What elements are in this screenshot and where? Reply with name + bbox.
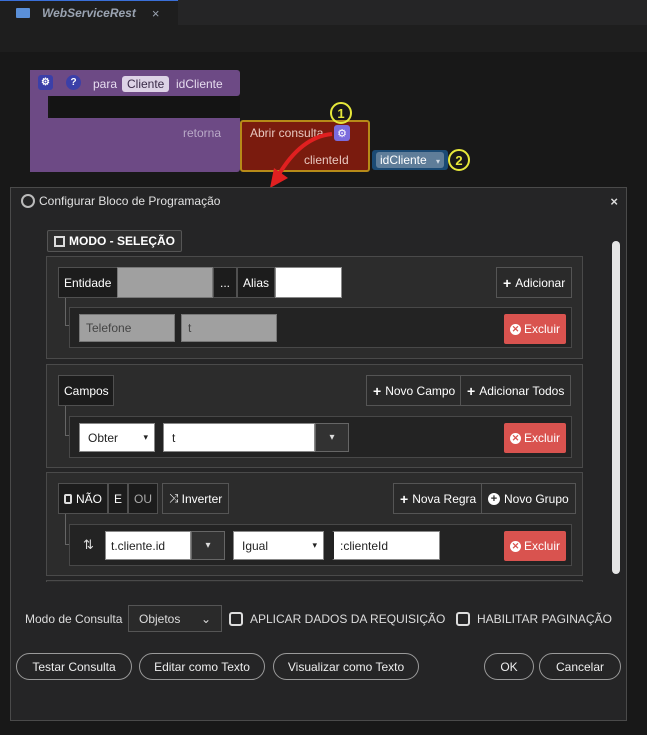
new-group-button[interactable]: + Novo Grupo bbox=[481, 483, 576, 514]
entity-input[interactable] bbox=[117, 267, 213, 298]
new-group-label: Novo Grupo bbox=[504, 491, 569, 506]
mode-tag: MODO - SELEÇÃO bbox=[47, 230, 183, 252]
close-icon[interactable]: × bbox=[610, 194, 618, 209]
entity-row-name[interactable]: Telefone bbox=[79, 314, 175, 342]
chevron-down-icon: ▾ bbox=[312, 540, 317, 550]
invert-label: Inverter bbox=[181, 491, 223, 506]
param-name[interactable]: idCliente bbox=[176, 77, 223, 91]
not-toggle[interactable]: NÃO bbox=[58, 483, 108, 514]
entity-label: Entidade bbox=[58, 267, 118, 298]
param-type-pill[interactable]: Cliente bbox=[122, 76, 170, 92]
new-rule-button[interactable]: + Nova Regra bbox=[393, 483, 484, 514]
entity-row: Telefone t ✕ Excluir bbox=[69, 307, 572, 348]
delete-icon: ✕ bbox=[510, 432, 521, 444]
not-label: NÃO bbox=[75, 491, 102, 506]
delete-icon: ✕ bbox=[510, 540, 521, 552]
ok-button[interactable]: OK bbox=[484, 653, 534, 680]
mode-tag-label: MODO - SELEÇÃO bbox=[69, 234, 176, 248]
delete-entity-button[interactable]: ✕ Excluir bbox=[504, 314, 567, 344]
callout-1: 1 bbox=[330, 102, 352, 124]
delete-icon: ✕ bbox=[510, 323, 521, 335]
next-panel-edge bbox=[46, 580, 583, 582]
delete-field-button[interactable]: ✕ Excluir bbox=[504, 423, 567, 453]
table-icon bbox=[54, 235, 65, 247]
plus-icon: + bbox=[373, 382, 382, 399]
rule-field-dropdown[interactable]: ▾ bbox=[191, 531, 225, 560]
add-entity-label: Adicionar bbox=[515, 275, 566, 290]
new-rule-label: Nova Regra bbox=[412, 491, 477, 506]
para-label: para bbox=[93, 77, 118, 91]
field-row: Obter ▾ t ▾ ✕ Excluir bbox=[69, 416, 572, 458]
fields-label: Campos bbox=[58, 375, 114, 406]
gear-icon bbox=[21, 194, 35, 208]
new-field-label: Novo Campo bbox=[385, 383, 456, 398]
apply-request-label: APLICAR DADOS DA REQUISIÇÃO bbox=[250, 612, 446, 626]
delete-entity-label: Excluir bbox=[524, 322, 561, 336]
rule-field-input[interactable]: t.cliente.id bbox=[105, 531, 191, 560]
query-mode-select[interactable]: Objetos ⌄ bbox=[128, 605, 222, 632]
entity-panel: Entidade ... Alias + Adicionar Telefone t… bbox=[46, 256, 583, 359]
field-op-value: Obter bbox=[88, 430, 119, 445]
alias-label: Alias bbox=[237, 267, 275, 298]
paging-label: HABILITAR PAGINAÇÃO bbox=[477, 612, 612, 626]
rule-value-input[interactable]: :clienteId bbox=[332, 531, 440, 560]
apply-request-checkbox[interactable] bbox=[229, 612, 243, 626]
close-tab-icon[interactable]: × bbox=[152, 6, 160, 21]
block-help-icon[interactable]: ? bbox=[66, 75, 81, 90]
paging-checkbox[interactable] bbox=[456, 612, 470, 626]
vertical-scrollbar[interactable] bbox=[612, 241, 620, 574]
field-value-input[interactable]: t bbox=[163, 423, 315, 452]
dialog-header: Configurar Bloco de Programação bbox=[21, 194, 220, 208]
chevron-down-icon: ▾ bbox=[436, 157, 441, 166]
fields-panel: Campos + Novo Campo + Adicionar Todos Obte… bbox=[46, 364, 583, 468]
callout-2: 2 bbox=[448, 149, 470, 171]
retorna-label: retorna bbox=[183, 126, 222, 140]
block-settings-icon[interactable]: ⚙ bbox=[38, 75, 53, 90]
variable-name: idCliente bbox=[380, 153, 427, 167]
monitor-icon bbox=[16, 8, 30, 18]
chevron-down-icon: ⌄ bbox=[200, 611, 211, 626]
add-all-fields-button[interactable]: + Adicionar Todos bbox=[460, 375, 572, 406]
tab-webservicerest[interactable]: WebServiceRest × bbox=[0, 0, 178, 25]
sort-icon[interactable]: ⇅ bbox=[83, 537, 94, 553]
plus-icon: + bbox=[400, 490, 409, 507]
red-arrow-icon bbox=[270, 132, 333, 188]
delete-field-label: Excluir bbox=[524, 431, 561, 445]
edit-as-text-button[interactable]: Editar como Texto bbox=[139, 653, 265, 680]
entity-row-alias[interactable]: t bbox=[181, 314, 277, 342]
configure-block-dialog: Configurar Bloco de Programação × MODO -… bbox=[10, 187, 627, 721]
entity-browse-button[interactable]: ... bbox=[213, 267, 237, 298]
rule-operator-select[interactable]: Igual ▾ bbox=[233, 531, 324, 560]
new-field-button[interactable]: + Novo Campo bbox=[366, 375, 463, 406]
delete-rule-button[interactable]: ✕ Excluir bbox=[504, 531, 567, 561]
field-value-dropdown[interactable]: ▾ bbox=[315, 423, 349, 452]
delete-rule-label: Excluir bbox=[524, 539, 561, 553]
chevron-down-icon: ▾ bbox=[143, 432, 148, 442]
or-toggle[interactable]: OU bbox=[128, 483, 158, 514]
field-op-select[interactable]: Obter ▾ bbox=[79, 423, 155, 452]
checkbox-icon bbox=[64, 493, 72, 504]
rules-panel: NÃO E OU ⤨ Inverter + Nova Regra + Novo Gru… bbox=[46, 472, 583, 576]
add-all-fields-label: Adicionar Todos bbox=[479, 383, 565, 398]
test-query-button[interactable]: Testar Consulta bbox=[16, 653, 132, 680]
editor-tab-bar: WebServiceRest × bbox=[0, 0, 647, 25]
cancel-button[interactable]: Cancelar bbox=[539, 653, 621, 680]
tab-label: WebServiceRest bbox=[42, 6, 136, 20]
query-mode-value: Objetos bbox=[139, 611, 181, 626]
rule-row: ⇅ t.cliente.id ▾ Igual ▾ :clienteId ✕ Exc… bbox=[69, 524, 572, 566]
shuffle-icon: ⤨ bbox=[169, 491, 179, 505]
view-as-text-button[interactable]: Visualizar como Texto bbox=[273, 653, 419, 680]
dialog-title: Configurar Bloco de Programação bbox=[39, 194, 221, 208]
variable-dropdown[interactable]: idCliente ▾ bbox=[376, 152, 444, 168]
and-toggle[interactable]: E bbox=[108, 483, 128, 514]
invert-button[interactable]: ⤨ Inverter bbox=[162, 483, 230, 514]
plus-icon: + bbox=[503, 274, 512, 291]
plus-circle-icon: + bbox=[488, 492, 500, 505]
rule-operator-value: Igual bbox=[242, 538, 269, 553]
query-mode-label: Modo de Consulta bbox=[25, 612, 123, 626]
add-entity-button[interactable]: + Adicionar bbox=[496, 267, 573, 298]
alias-input[interactable] bbox=[275, 267, 342, 298]
function-statement-slot[interactable] bbox=[50, 96, 240, 118]
plus-icon: + bbox=[467, 382, 476, 399]
